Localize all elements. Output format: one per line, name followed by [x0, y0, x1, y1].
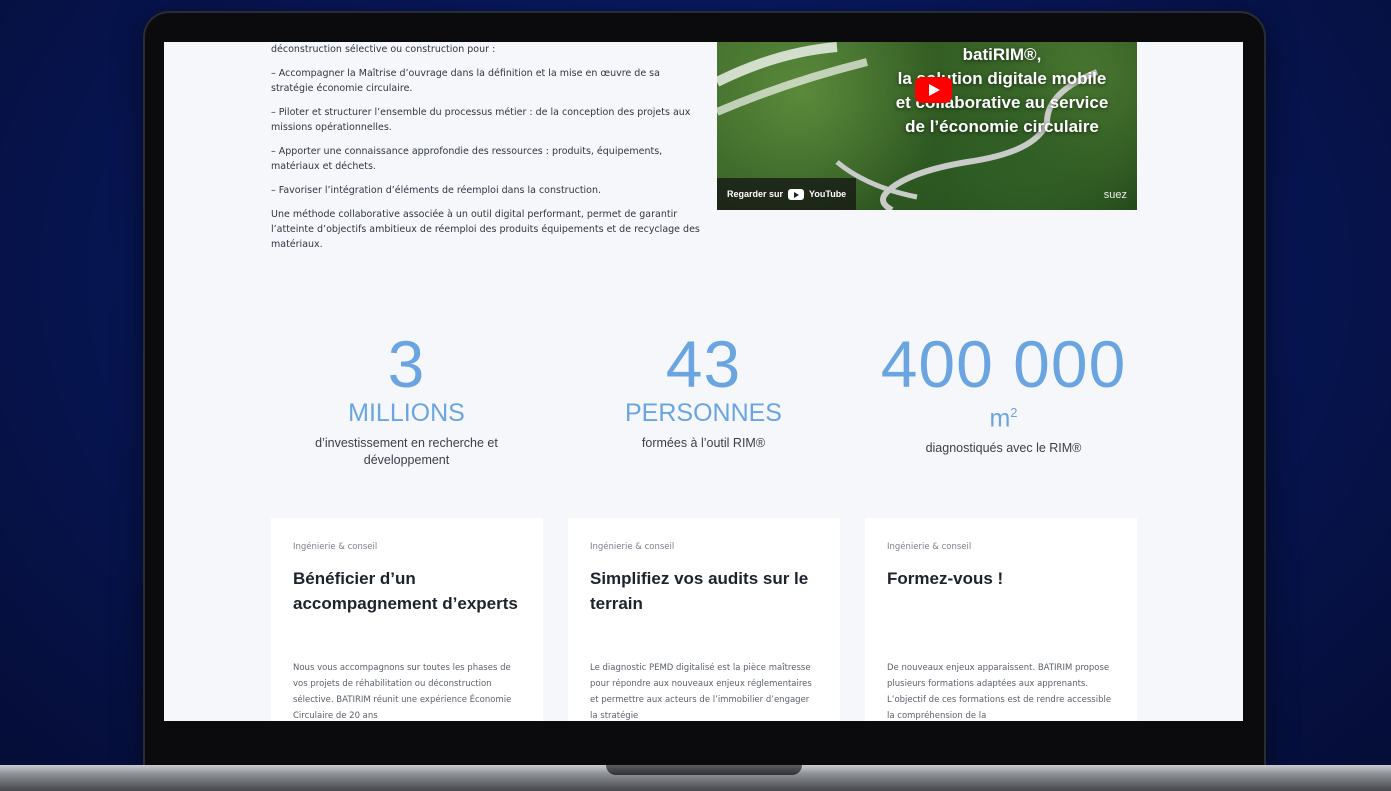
video-embed[interactable]: batiRIM®, la solution digitale mobile et… — [717, 42, 1137, 210]
stat-description: d’investissement en recherche et dévelop… — [315, 436, 498, 467]
play-icon[interactable] — [915, 77, 952, 103]
watch-on-youtube-button[interactable]: Regarder sur YouTube — [717, 178, 857, 210]
stat-unit: PERSONNES — [625, 399, 782, 427]
stat-number: 3 — [387, 327, 426, 401]
card-body: Le diagnostic PEMD digitalisé est la piè… — [590, 663, 812, 721]
suez-logo: suez — [1103, 189, 1127, 201]
intro-bullet: – Favoriser l’intégration d’éléments de … — [271, 185, 602, 196]
card-category: Ingénierie & conseil — [887, 542, 972, 552]
intro-bullet: – Accompagner la Maîtrise d’ouvrage dans… — [271, 68, 660, 94]
stat-description: diagnostiqués avec le RIM® — [925, 441, 1082, 456]
laptop-notch — [606, 765, 802, 775]
youtube-icon — [788, 188, 805, 200]
service-card[interactable]: Ingénierie & conseil Formez-vous ! De no… — [865, 518, 1137, 721]
intro-bullet: – Piloter et structurer l’ensemble du pr… — [271, 107, 691, 133]
intro-lead: déconstruction sélective ou construction… — [271, 44, 496, 55]
card-title[interactable]: Formez-vous ! — [887, 566, 1115, 640]
stat-people: 43 PERSONNES formées à l’outil RIM® — [577, 331, 830, 452]
intro-text-block: déconstruction sélective ou construction… — [271, 42, 701, 261]
card-category: Ingénierie & conseil — [590, 542, 675, 552]
stat-unit: MILLIONS — [348, 399, 465, 427]
card-title[interactable]: Bénéficier d’un accompagnement d’experts — [293, 566, 521, 640]
service-card[interactable]: Ingénierie & conseil Bénéficier d’un acc… — [271, 518, 543, 721]
stat-unit: m2 — [989, 404, 1018, 433]
service-card[interactable]: Ingénierie & conseil Simplifiez vos audi… — [568, 518, 840, 721]
intro-closing: Une méthode collaborative associée à un … — [271, 209, 700, 250]
browser-page[interactable]: déconstruction sélective ou construction… — [164, 42, 1243, 721]
card-body: Nous vous accompagnons sur toutes les ph… — [293, 663, 512, 721]
card-title[interactable]: Simplifiez vos audits sur le terrain — [590, 566, 818, 640]
stat-number: 43 — [665, 327, 742, 401]
stat-investment: 3 MILLIONS d’investissement en recherche… — [280, 331, 533, 469]
stat-number: 400 000 — [880, 327, 1127, 401]
card-category: Ingénierie & conseil — [293, 542, 378, 552]
stat-description: formées à l’outil RIM® — [641, 436, 766, 450]
intro-bullet: – Apporter une connaissance approfondie … — [271, 146, 663, 172]
stat-area: 400 000 m2 diagnostiqués avec le RIM® — [857, 331, 1150, 457]
card-body: De nouveaux enjeux apparaissent. BATIRIM… — [887, 663, 1112, 721]
